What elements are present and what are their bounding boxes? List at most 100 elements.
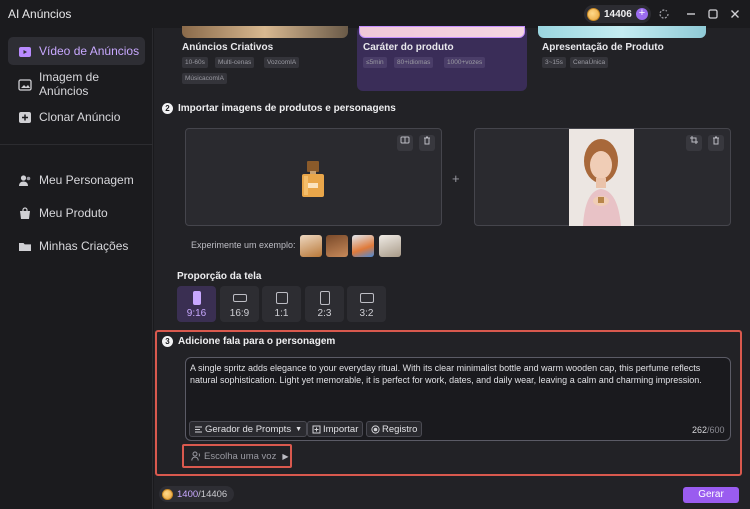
ratio-label: 2:3: [317, 308, 332, 319]
character-max: /600: [707, 425, 725, 435]
bag-icon: [18, 206, 32, 220]
portrait-shape-icon: [192, 291, 201, 305]
template-tag: 80+idiomas: [394, 57, 434, 68]
ratio-option-16-9[interactable]: 16:9: [220, 286, 259, 322]
credits-used: 1400: [177, 488, 199, 500]
sidebar-item-label: Clonar Anúncio: [39, 110, 121, 124]
ratio-label: 9:16: [186, 308, 207, 319]
delete-icon[interactable]: [419, 135, 435, 151]
speech-text[interactable]: A single spritz adds elegance to your ev…: [190, 362, 724, 386]
ratio-label: 16:9: [229, 308, 250, 319]
prompt-icon: [195, 426, 202, 432]
template-tag: VozcomIA: [264, 57, 300, 68]
character-counter: 262/600: [692, 425, 725, 435]
maximize-icon[interactable]: [704, 5, 722, 23]
ratio-label: 1:1: [274, 308, 289, 319]
product-upload-box[interactable]: Experimente um exemplo:: [185, 128, 442, 250]
template-card-product-character[interactable]: Caráter do produto ≤5min 80+idiomas 1000…: [357, 26, 527, 91]
landscape-shape-icon: [359, 293, 374, 303]
import-button[interactable]: Importar: [307, 421, 364, 437]
plus-icon: +: [452, 171, 460, 186]
example-thumbnail[interactable]: [352, 235, 374, 257]
clone-plus-icon: [18, 111, 32, 124]
generate-button[interactable]: Gerar: [683, 487, 739, 503]
credits-usage-pill: 1400/14406: [159, 486, 234, 502]
template-tag: CenaÚnica: [570, 57, 609, 68]
speech-section-title: 3 Adicione fala para o personagem: [162, 336, 335, 347]
template-tag: 1000+vozes: [444, 57, 486, 68]
sidebar-item-my-character[interactable]: Meu Personagem: [8, 166, 145, 194]
title-bar: AI Anúncios 14406 +: [0, 0, 750, 28]
portrait-shape-icon: [319, 291, 330, 305]
character-upload-box[interactable]: [474, 128, 731, 226]
sidebar-divider: [0, 144, 153, 145]
square-shape-icon: [275, 292, 288, 304]
coin-icon: [587, 7, 600, 21]
sidebar-item-image-ads[interactable]: Imagem de Anúncios: [8, 70, 145, 98]
example-thumbnail[interactable]: [326, 235, 348, 257]
sidebar-item-my-product[interactable]: Meu Produto: [8, 199, 145, 227]
choose-voice-button[interactable]: Escolha uma voz ▶: [182, 444, 292, 468]
chevron-right-icon: ▶: [282, 451, 289, 461]
template-tag: 10-60s: [182, 57, 208, 68]
template-thumbnail: [538, 26, 706, 38]
template-tag: Multi-cenas: [215, 57, 255, 68]
example-thumbnail[interactable]: [379, 235, 401, 257]
landscape-shape-icon: [232, 294, 247, 302]
template-card-product-presentation[interactable]: Apresentação de Produto 3~15s CenaÚnica: [536, 26, 706, 92]
voice-person-icon: [191, 451, 200, 461]
template-tag: 3~15s: [542, 57, 566, 68]
prompt-generator-button[interactable]: Gerador de Prompts ▼: [189, 421, 308, 437]
template-card-creative-ads[interactable]: Anúncios Criativos 10-60s Multi-cenas Vo…: [154, 26, 348, 92]
delete-icon[interactable]: [708, 135, 724, 151]
main-panel: Anúncios Criativos 10-60s Multi-cenas Vo…: [154, 26, 750, 509]
template-title: Anúncios Criativos: [182, 42, 274, 53]
add-credits-button[interactable]: +: [636, 8, 648, 20]
sidebar: Vídeo de Anúncios Imagem de Anúncios Clo…: [0, 28, 153, 509]
refresh-icon[interactable]: [655, 5, 673, 23]
ratio-option-1-1[interactable]: 1:1: [262, 286, 301, 322]
character-photo: [569, 129, 634, 226]
credits-count: 14406: [604, 8, 632, 20]
person-icon: [18, 174, 32, 187]
step-number: 3: [162, 336, 173, 347]
credits-pill[interactable]: 14406 +: [584, 5, 651, 23]
sidebar-item-label: Meu Personagem: [39, 173, 134, 187]
sidebar-item-clone-ad[interactable]: Clonar Anúncio: [8, 103, 145, 131]
minimize-icon[interactable]: [682, 5, 700, 23]
close-icon[interactable]: [726, 5, 744, 23]
coin-icon: [162, 488, 173, 500]
sidebar-item-video-ads[interactable]: Vídeo de Anúncios: [8, 37, 145, 65]
template-thumbnail: [359, 26, 525, 38]
template-title: Caráter do produto: [363, 42, 454, 53]
ratio-option-2-3[interactable]: 2:3: [305, 286, 344, 322]
sidebar-item-my-creations[interactable]: Minhas Criações: [8, 232, 145, 260]
character-count: 262: [692, 425, 708, 435]
record-icon: [371, 424, 380, 434]
template-thumbnail: [182, 26, 348, 38]
perfume-bottle-image: [302, 161, 324, 197]
app-title: AI Anúncios: [8, 7, 72, 21]
record-button[interactable]: Registro: [366, 421, 423, 437]
sidebar-item-label: Meu Produto: [39, 206, 108, 220]
record-label: Registro: [382, 423, 418, 435]
import-label: Importar: [323, 423, 359, 435]
ratio-title: Proporção da tela: [177, 271, 262, 282]
swap-icon[interactable]: [397, 135, 413, 151]
template-tag: MúsicacomIA: [182, 73, 228, 84]
speech-title-text: Adicione fala para o personagem: [178, 336, 336, 347]
prompt-generator-label: Gerador de Prompts: [205, 423, 292, 435]
image-icon: [18, 78, 32, 91]
video-icon: [18, 45, 32, 58]
try-example-label: Experimente um exemplo:: [191, 240, 296, 250]
credits-total: /14406: [198, 488, 228, 500]
import-title-text: Importar imagens de produtos e personage…: [178, 103, 396, 114]
ratio-option-9-16[interactable]: 9:16: [177, 286, 216, 322]
ratio-option-3-2[interactable]: 3:2: [347, 286, 386, 322]
template-tag: ≤5min: [363, 57, 387, 68]
ratio-label: 3:2: [359, 308, 374, 319]
crop-icon[interactable]: [686, 135, 702, 151]
example-thumbnail[interactable]: [300, 235, 322, 257]
template-title: Apresentação de Produto: [542, 42, 664, 53]
folder-icon: [18, 240, 32, 253]
